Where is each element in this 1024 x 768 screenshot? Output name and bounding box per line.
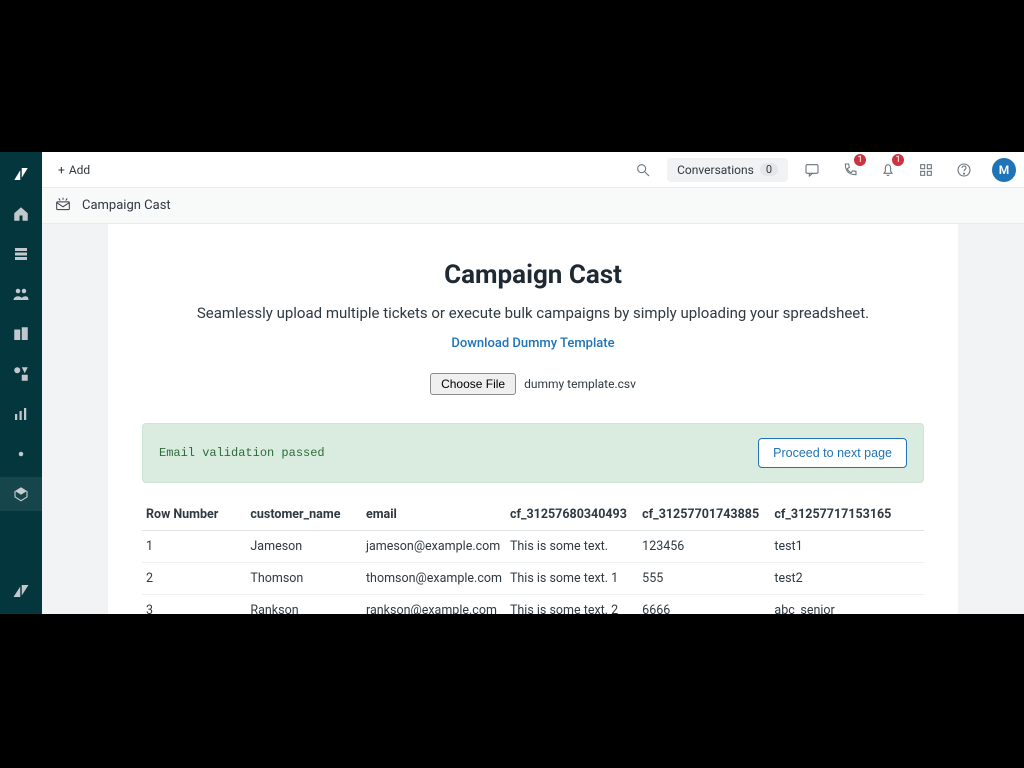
avatar-initial: M	[999, 163, 1010, 177]
content-scroll[interactable]: Campaign Cast Seamlessly upload multiple…	[42, 224, 1024, 614]
table-cell: thomson@example.com	[362, 563, 506, 595]
table-cell: This is some text. 2	[506, 595, 638, 615]
analytics-icon[interactable]	[12, 405, 30, 423]
table-cell: 123456	[638, 531, 770, 563]
phone-badge: 1	[854, 154, 866, 166]
reporting-shapes-icon[interactable]	[12, 365, 30, 383]
organizations-icon[interactable]	[12, 325, 30, 343]
topbar: + Add Conversations 0 1	[42, 152, 1024, 188]
main-area: + Add Conversations 0 1	[42, 152, 1024, 614]
table-cell: jameson@example.com	[362, 531, 506, 563]
file-upload-row: Choose File dummy template.csv	[142, 373, 924, 395]
conversations-count: 0	[760, 163, 778, 176]
table-cell: 6666	[638, 595, 770, 615]
table-header: cf_31257717153165	[770, 501, 924, 531]
validation-status-text: Email validation passed	[159, 446, 325, 460]
zendesk-logo-icon[interactable]	[12, 582, 30, 600]
table-row: 3Ranksonrankson@example.comThis is some …	[142, 595, 924, 615]
table-cell: Thomson	[246, 563, 362, 595]
add-label: Add	[69, 163, 90, 177]
table-row: 2Thomsonthomson@example.comThis is some …	[142, 563, 924, 595]
subbar-title: Campaign Cast	[82, 198, 171, 213]
brand-logo-icon[interactable]	[12, 165, 30, 183]
conversations-label: Conversations	[677, 163, 754, 177]
choose-file-button[interactable]: Choose File	[430, 373, 516, 395]
table-row: 1Jamesonjameson@example.comThis is some …	[142, 531, 924, 563]
data-table: Row Numbercustomer_nameemailcf_312576803…	[142, 501, 924, 614]
chat-icon[interactable]	[798, 156, 826, 184]
views-icon[interactable]	[12, 245, 30, 263]
table-cell: 2	[142, 563, 246, 595]
conversations-button[interactable]: Conversations 0	[667, 158, 788, 182]
bell-badge: 1	[892, 154, 904, 166]
left-rail	[0, 152, 42, 614]
phone-icon[interactable]: 1	[836, 156, 864, 184]
customers-icon[interactable]	[12, 285, 30, 303]
table-cell: rankson@example.com	[362, 595, 506, 615]
subbar: Campaign Cast	[42, 188, 1024, 224]
table-cell: test2	[770, 563, 924, 595]
page-description: Seamlessly upload multiple tickets or ex…	[142, 304, 924, 322]
app-frame: + Add Conversations 0 1	[0, 152, 1024, 614]
table-cell: This is some text. 1	[506, 563, 638, 595]
home-icon[interactable]	[12, 205, 30, 223]
validation-status-bar: Email validation passed Proceed to next …	[142, 423, 924, 483]
proceed-button[interactable]: Proceed to next page	[758, 438, 907, 468]
table-cell: 555	[638, 563, 770, 595]
avatar[interactable]: M	[992, 158, 1016, 182]
plus-icon: +	[58, 163, 65, 177]
admin-gear-icon[interactable]	[12, 445, 30, 463]
table-cell: abc_senior	[770, 595, 924, 615]
download-template-link[interactable]: Download Dummy Template	[142, 336, 924, 351]
table-cell: 3	[142, 595, 246, 615]
mail-burst-icon	[54, 196, 72, 215]
help-icon[interactable]	[950, 156, 978, 184]
table-cell: This is some text.	[506, 531, 638, 563]
apps-icon[interactable]	[912, 156, 940, 184]
table-cell: 1	[142, 531, 246, 563]
content-card: Campaign Cast Seamlessly upload multiple…	[108, 224, 958, 614]
selected-file-name: dummy template.csv	[524, 377, 636, 391]
search-icon[interactable]	[629, 156, 657, 184]
table-header: Row Number	[142, 501, 246, 531]
table-header: customer_name	[246, 501, 362, 531]
add-button[interactable]: + Add	[50, 159, 98, 181]
table-header: cf_31257701743885	[638, 501, 770, 531]
table-cell: Jameson	[246, 531, 362, 563]
table-header: cf_31257680340493	[506, 501, 638, 531]
page-title: Campaign Cast	[142, 260, 924, 290]
table-cell: Rankson	[246, 595, 362, 615]
table-header: email	[362, 501, 506, 531]
table-cell: test1	[770, 531, 924, 563]
bell-icon[interactable]: 1	[874, 156, 902, 184]
campaign-cast-nav-icon[interactable]	[12, 485, 30, 503]
